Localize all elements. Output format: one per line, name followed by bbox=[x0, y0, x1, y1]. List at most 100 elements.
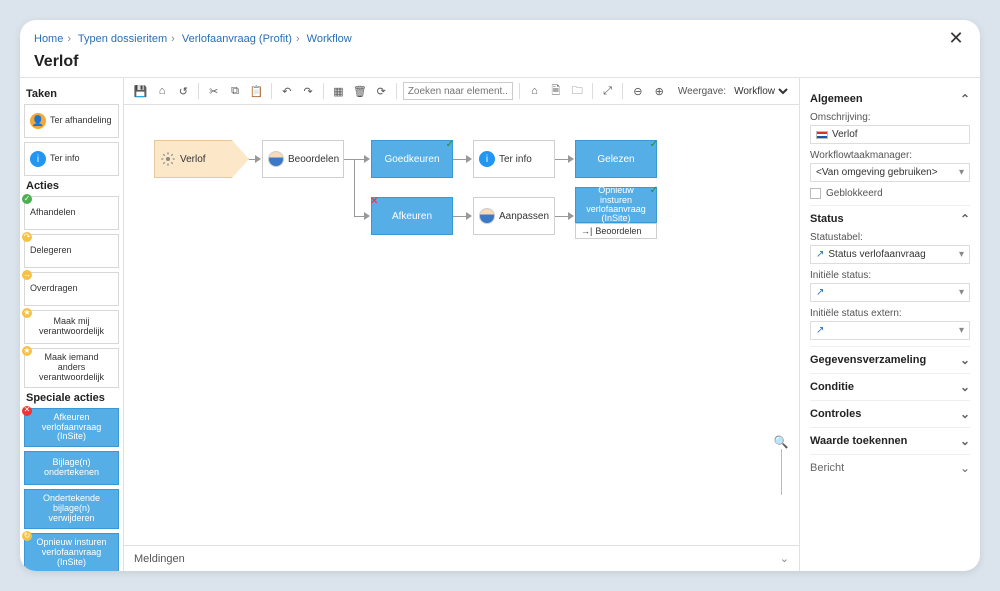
action-maak-iemand[interactable]: ★Maak iemand anders verantwoordelijk bbox=[24, 348, 119, 388]
window: Home› Typen dossieritem› Verlofaanvraag … bbox=[20, 20, 980, 571]
node-terinfo[interactable]: i Ter info bbox=[473, 140, 555, 178]
chevron-down-icon: ⌄ bbox=[960, 407, 970, 421]
zoom-slider[interactable]: 🔍 bbox=[773, 435, 789, 495]
chevron-down-icon: ▾ bbox=[959, 249, 964, 260]
canvas[interactable]: Verlof Beoordelen ✓ Goedkeuren i bbox=[124, 105, 799, 545]
chevron-down-icon: ⌄ bbox=[960, 353, 970, 367]
chevron-down-icon: ⌄ bbox=[960, 380, 970, 394]
crumb-verlof[interactable]: Verlofaanvraag (Profit) bbox=[182, 33, 292, 45]
section-waarde[interactable]: Waarde toekennen⌄ bbox=[810, 434, 970, 448]
task-ter-afhandeling[interactable]: 👤Ter afhandeling bbox=[24, 104, 119, 138]
transfer-icon: → bbox=[22, 270, 32, 280]
node-goedkeuren[interactable]: ✓ Goedkeuren bbox=[371, 140, 453, 178]
nav-home-icon[interactable]: ⌂ bbox=[526, 82, 543, 100]
section-algemeen[interactable]: Algemeen⌃ bbox=[810, 92, 970, 106]
add-icon[interactable]: ▦ bbox=[330, 82, 347, 100]
section-gegevens[interactable]: Gegevensverzameling⌄ bbox=[810, 353, 970, 367]
sidebar: Taken 👤Ter afhandeling iTer info Acties … bbox=[20, 78, 124, 571]
close-icon[interactable]: ✕ bbox=[946, 28, 966, 49]
copy-icon[interactable]: ⧉ bbox=[226, 82, 243, 100]
section-conditie[interactable]: Conditie⌄ bbox=[810, 380, 970, 394]
external-link-icon: ↗ bbox=[816, 249, 824, 260]
section-bericht[interactable]: Bericht⌄ bbox=[810, 461, 970, 475]
main: Taken 👤Ter afhandeling iTer info Acties … bbox=[20, 78, 980, 571]
sidebar-heading-speciale: Speciale acties bbox=[26, 392, 117, 404]
save-icon[interactable]: 💾 bbox=[132, 82, 149, 100]
refresh-icon[interactable]: ⟳ bbox=[373, 82, 390, 100]
chevron-down-icon: ⌄ bbox=[960, 461, 970, 475]
cut-icon[interactable]: ✂ bbox=[205, 82, 222, 100]
canvas-area: 💾 ⌂ ↺ ✂ ⧉ 📋 ↶ ↷ ▦ 🗑 ⟳ ⌂ 🗎 🗀 bbox=[124, 78, 800, 571]
folder-icon[interactable]: 🗀 bbox=[569, 82, 586, 100]
chevron-down-icon: ▾ bbox=[959, 325, 964, 336]
assign-other-icon: ★ bbox=[22, 346, 32, 356]
avatar-icon bbox=[268, 151, 284, 167]
section-status[interactable]: Status⌃ bbox=[810, 212, 970, 226]
checkbox-geblokkeerd[interactable]: Geblokkeerd bbox=[810, 188, 970, 199]
label-init-ext: Initiële status extern: bbox=[810, 308, 970, 319]
topbar: Home› Typen dossieritem› Verlofaanvraag … bbox=[20, 20, 980, 53]
chevron-down-icon: ⌄ bbox=[780, 552, 789, 565]
checkbox-icon bbox=[810, 188, 821, 199]
flag-nl-icon bbox=[816, 131, 828, 139]
sidebar-heading-taken: Taken bbox=[26, 88, 117, 100]
special-bijlage-ondertekenen[interactable]: Bijlage(n) ondertekenen bbox=[24, 451, 119, 485]
section-controles[interactable]: Controles⌄ bbox=[810, 407, 970, 421]
delegate-icon: ↷ bbox=[22, 232, 32, 242]
label-init-status: Initiële status: bbox=[810, 270, 970, 281]
history-icon[interactable]: ↺ bbox=[175, 82, 192, 100]
sidebar-heading-acties: Acties bbox=[26, 180, 117, 192]
zoom-out-icon[interactable]: ⊖ bbox=[629, 82, 646, 100]
chevron-down-icon: ▾ bbox=[959, 287, 964, 298]
toolbar: 💾 ⌂ ↺ ✂ ⧉ 📋 ↶ ↷ ▦ 🗑 ⟳ ⌂ 🗎 🗀 bbox=[124, 78, 799, 105]
crumb-workflow[interactable]: Workflow bbox=[307, 33, 352, 45]
special-bijlage-verwijderen[interactable]: Ondertekende bijlage(n) verwijderen bbox=[24, 489, 119, 529]
sub-beoordelen[interactable]: →| Beoordelen bbox=[575, 223, 657, 239]
task-ter-info[interactable]: iTer info bbox=[24, 142, 119, 176]
check-icon: ✓ bbox=[446, 139, 454, 150]
delete-icon[interactable]: 🗑 bbox=[351, 82, 368, 100]
chevron-up-icon: ⌃ bbox=[960, 92, 970, 106]
label-wtm: Workflowtaakmanager: bbox=[810, 150, 970, 161]
breadcrumb: Home› Typen dossieritem› Verlofaanvraag … bbox=[34, 33, 352, 45]
reject-icon: ✕ bbox=[22, 406, 32, 416]
action-maak-mij[interactable]: ★Maak mij verantwoordelijk bbox=[24, 310, 119, 344]
select-wtm[interactable]: <Van omgeving gebruiken>▾ bbox=[810, 163, 970, 182]
chevron-down-icon: ▾ bbox=[959, 167, 964, 178]
node-beoordelen[interactable]: Beoordelen bbox=[262, 140, 344, 178]
goto-icon: →| bbox=[581, 226, 592, 236]
fit-icon[interactable]: ⤢ bbox=[599, 82, 616, 100]
special-opnieuw[interactable]: ↻Opnieuw insturen verlofaanvraag (InSite… bbox=[24, 533, 119, 571]
home-icon[interactable]: ⌂ bbox=[153, 82, 170, 100]
weergave-select[interactable]: Workflow bbox=[730, 85, 791, 98]
action-delegeren[interactable]: ↷Delegeren bbox=[24, 234, 119, 268]
node-opnieuw[interactable]: ✓ Opnieuw insturen verlofaanvraag (InSit… bbox=[575, 187, 657, 223]
redo-icon[interactable]: ↷ bbox=[299, 82, 316, 100]
action-overdragen[interactable]: →Overdragen bbox=[24, 272, 119, 306]
node-afkeuren[interactable]: ✕ Afkeuren bbox=[371, 197, 453, 235]
reject-icon: ✕ bbox=[370, 196, 378, 207]
zoom-in-icon[interactable]: 🔍 bbox=[774, 435, 789, 449]
select-statustabel[interactable]: ↗Status verlofaanvraag▾ bbox=[810, 245, 970, 264]
label-omschrijving: Omschrijving: bbox=[810, 112, 970, 123]
label-statustabel: Statustabel: bbox=[810, 232, 970, 243]
undo-icon[interactable]: ↶ bbox=[278, 82, 295, 100]
crumb-typen[interactable]: Typen dossieritem bbox=[78, 33, 167, 45]
node-gelezen[interactable]: ✓ Gelezen bbox=[575, 140, 657, 178]
crumb-home[interactable]: Home bbox=[34, 33, 63, 45]
search-input[interactable] bbox=[403, 82, 513, 100]
special-afkeuren[interactable]: ✕Afkeuren verlofaanvraag (InSite) bbox=[24, 408, 119, 448]
check-icon: ✓ bbox=[650, 186, 658, 197]
paste-icon[interactable]: 📋 bbox=[248, 82, 265, 100]
external-link-icon: ↗ bbox=[816, 287, 824, 298]
meldingen-panel[interactable]: Meldingen ⌄ bbox=[124, 545, 799, 571]
node-aanpassen[interactable]: Aanpassen bbox=[473, 197, 555, 235]
select-init-ext[interactable]: ↗▾ bbox=[810, 321, 970, 340]
node-start[interactable]: Verlof bbox=[154, 140, 249, 178]
doc-icon[interactable]: 🗎 bbox=[547, 82, 564, 100]
input-omschrijving[interactable]: Verlof bbox=[810, 125, 970, 144]
page-title: Verlof bbox=[20, 53, 980, 78]
select-init-status[interactable]: ↗▾ bbox=[810, 283, 970, 302]
action-afhandelen[interactable]: ✓Afhandelen bbox=[24, 196, 119, 230]
zoom-in-icon[interactable]: ⊕ bbox=[651, 82, 668, 100]
